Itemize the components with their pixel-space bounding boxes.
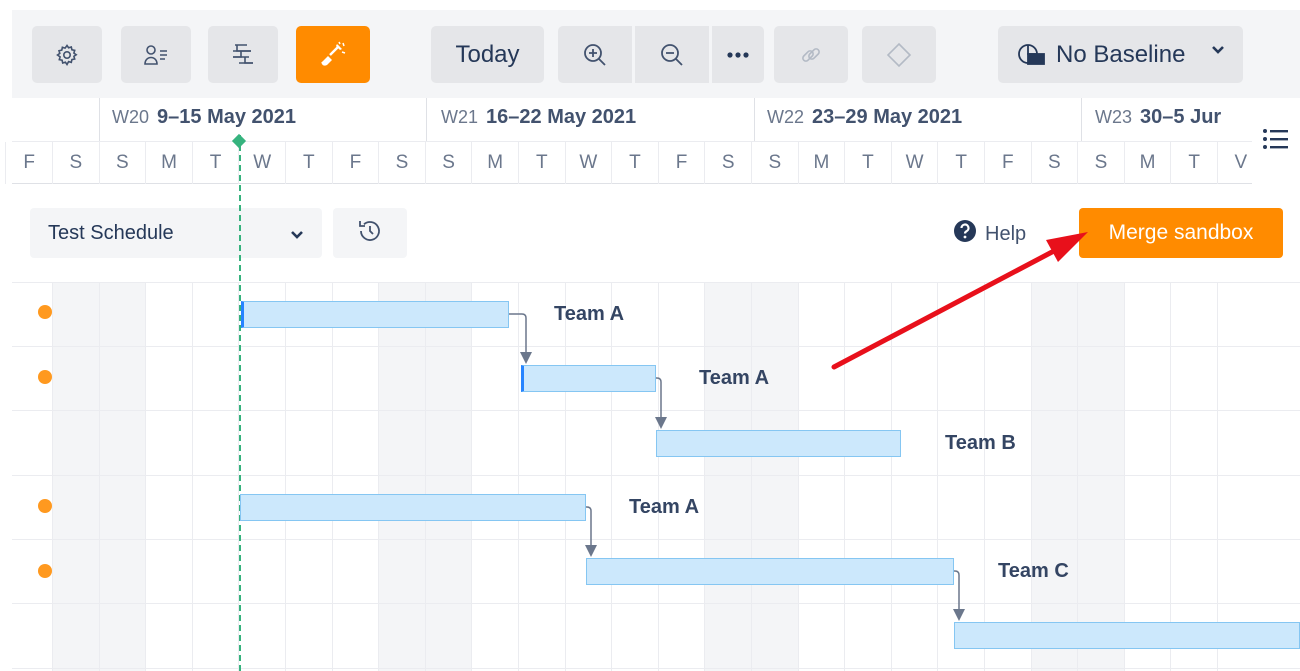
zoom-out-button[interactable] [635, 26, 709, 83]
toolbar: Today No Baseline [12, 10, 1300, 98]
day-label: T [285, 142, 332, 184]
zoom-in-button[interactable] [558, 26, 632, 83]
task-label: Team B [945, 432, 1016, 454]
today-line [239, 135, 241, 671]
row-divider [12, 603, 1300, 604]
gear-icon [55, 43, 79, 67]
row-divider [12, 668, 1300, 669]
unsaved-change-dot [38, 499, 52, 513]
week-label-w20: W20 9–15 May 2021 [112, 106, 297, 128]
zoom-in-icon [582, 42, 608, 68]
timeline-header: W20 9–15 May 2021 W21 16–22 May 2021 W22 23… [5, 98, 1300, 184]
merge-sandbox-button[interactable]: Merge sandbox [1079, 208, 1283, 258]
day-label: F [331, 142, 379, 184]
day-label: S [424, 142, 472, 184]
row-divider [12, 539, 1300, 540]
day-label: T [937, 142, 984, 184]
zoom-out-icon [659, 42, 685, 68]
wbs-button[interactable] [208, 26, 278, 83]
unsaved-change-dot [38, 370, 52, 384]
day-label: W [890, 142, 938, 184]
day-label: F [5, 142, 52, 184]
unsaved-change-dot [38, 564, 52, 578]
list-icon [1262, 127, 1290, 156]
task-bar[interactable] [586, 558, 954, 585]
history-icon [357, 218, 383, 249]
gantt-app: Today No Baseline W20 9–15 May 2021 W21 … [0, 0, 1300, 671]
row-divider [12, 410, 1300, 411]
day-label: W [238, 142, 285, 184]
task-label: Team A [629, 496, 700, 518]
help-label: Help [985, 222, 1027, 245]
baseline-dropdown[interactable]: No Baseline [998, 26, 1243, 83]
day-label: S [704, 142, 751, 184]
schedule-select-value: Test Schedule [48, 221, 174, 244]
task-bar[interactable] [656, 430, 901, 457]
unsaved-change-dot [38, 305, 52, 319]
day-label: F [984, 142, 1031, 184]
help-link[interactable]: Help [953, 218, 1026, 250]
task-bar[interactable] [521, 365, 656, 392]
history-button[interactable] [333, 208, 407, 258]
today-button[interactable]: Today [431, 26, 544, 83]
baseline-icon [1016, 42, 1046, 68]
day-label: M [797, 142, 845, 184]
day-label: T [611, 142, 658, 184]
resources-button[interactable] [121, 26, 191, 83]
day-label: W [564, 142, 612, 184]
link-icon [798, 42, 824, 68]
day-label: S [1077, 142, 1124, 184]
week-label-w21: W21 16–22 May 2021 [441, 106, 637, 128]
day-label: S [378, 142, 425, 184]
more-options-button[interactable] [712, 26, 764, 83]
wbs-icon [231, 42, 255, 68]
more-icon [726, 51, 750, 59]
row-divider [12, 475, 1300, 476]
day-label: S [98, 142, 146, 184]
link-button[interactable] [774, 26, 848, 83]
sandbox-button[interactable] [296, 26, 370, 83]
baseline-label: No Baseline [1056, 40, 1186, 68]
resource-list-icon [143, 43, 169, 67]
day-label: T [844, 142, 891, 184]
day-label: F [657, 142, 705, 184]
settings-button[interactable] [32, 26, 102, 83]
task-bar[interactable] [240, 494, 586, 521]
sandbox-shovel-icon [319, 41, 347, 69]
week-divider [754, 98, 755, 141]
schedule-select[interactable]: Test Schedule [30, 208, 322, 258]
week-label-w23: W23 30–5 Jur [1095, 106, 1222, 128]
day-label: S [751, 142, 798, 184]
week-divider [99, 98, 100, 141]
task-bar[interactable] [241, 301, 509, 328]
week-label-w22: W22 23–29 May 2021 [767, 106, 963, 128]
day-label: T [191, 142, 239, 184]
day-row: FSSMTWTFSSMTWTFSSMTWTFSSMTV [5, 141, 1300, 184]
task-label: Team C [998, 560, 1069, 582]
milestone-button[interactable] [862, 26, 936, 83]
week-divider [1081, 98, 1082, 141]
day-label: M [1123, 142, 1171, 184]
task-list-toggle[interactable] [1252, 98, 1300, 184]
row-divider [12, 282, 1300, 283]
day-label: T [518, 142, 565, 184]
task-label: Team A [554, 303, 625, 325]
row-divider [12, 346, 1300, 347]
day-label: M [471, 142, 518, 184]
chevron-down-icon [1211, 45, 1225, 55]
week-divider [426, 98, 427, 141]
chevron-down-icon [290, 223, 304, 246]
milestone-diamond-icon [886, 42, 912, 68]
day-label: S [52, 142, 99, 184]
help-icon [953, 219, 977, 249]
day-label: M [145, 142, 192, 184]
task-bar[interactable] [954, 622, 1300, 649]
day-label: T [1170, 142, 1217, 184]
task-label: Team A [699, 367, 770, 389]
day-label: S [1030, 142, 1078, 184]
